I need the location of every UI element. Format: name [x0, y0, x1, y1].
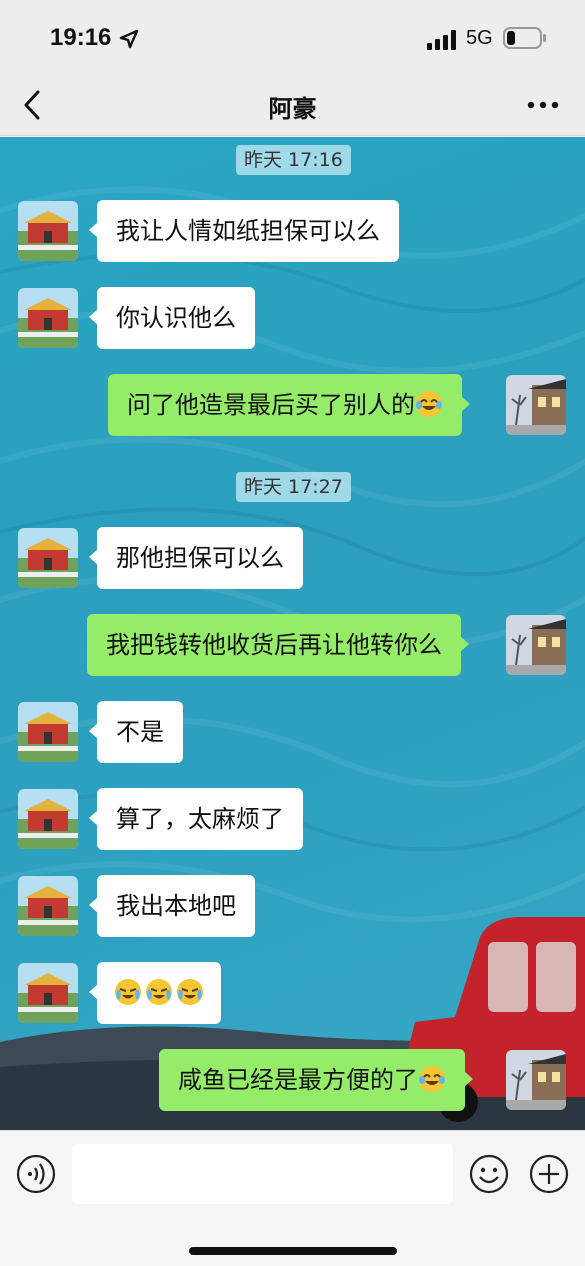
message-bubble-outgoing[interactable]: 我把钱转他收货后再让他转你么	[87, 614, 469, 676]
message-bubble-incoming[interactable]	[89, 962, 221, 1024]
emoji-face-icon[interactable]	[469, 1154, 509, 1194]
message-input[interactable]	[72, 1144, 453, 1204]
message-bubble-outgoing[interactable]: 问了他造景最后买了别人的	[108, 374, 470, 436]
laugh-tears-emoji-icon	[416, 391, 442, 417]
crying-laugh-emoji-icon	[177, 979, 203, 1005]
timestamp: 昨天 17:16	[236, 145, 351, 175]
chat-message-list[interactable]: 昨天 17:16 我让人情如纸担保可以么 你认识他么 问了他造景最后买了别人的 …	[0, 137, 585, 1130]
network-type: 5G	[466, 27, 493, 49]
contact-avatar[interactable]	[18, 528, 78, 588]
timestamp: 昨天 17:27	[236, 472, 351, 502]
contact-avatar[interactable]	[18, 876, 78, 936]
voice-icon[interactable]	[16, 1154, 56, 1194]
crying-laugh-emoji-icon	[146, 979, 172, 1005]
contact-avatar[interactable]	[18, 201, 78, 261]
status-time: 19:16	[50, 24, 112, 51]
message-text: 咸鱼已经是最方便的了	[178, 1066, 418, 1094]
my-avatar[interactable]	[506, 1050, 566, 1110]
contact-avatar[interactable]	[18, 789, 78, 849]
contact-avatar[interactable]	[18, 963, 78, 1023]
message-bubble-incoming[interactable]: 我让人情如纸担保可以么	[89, 200, 399, 262]
more-dots-icon[interactable]	[527, 100, 559, 110]
message-bubble-outgoing[interactable]: 咸鱼已经是最方便的了	[159, 1049, 473, 1111]
message-bubble-incoming[interactable]: 算了，太麻烦了	[89, 788, 303, 850]
plus-icon[interactable]	[529, 1154, 569, 1194]
message-bubble-incoming[interactable]: 我出本地吧	[89, 875, 255, 937]
message-bubble-incoming[interactable]: 那他担保可以么	[89, 527, 303, 589]
contact-name: 阿豪	[268, 95, 317, 123]
contact-avatar[interactable]	[18, 702, 78, 762]
battery-icon	[503, 27, 546, 49]
message-input-bar	[0, 1130, 585, 1266]
my-avatar[interactable]	[506, 375, 566, 435]
message-text: 问了他造景最后买了别人的	[127, 391, 415, 419]
message-bubble-incoming[interactable]: 不是	[89, 701, 183, 763]
location-arrow-icon	[119, 29, 139, 49]
signal-bars-icon	[427, 30, 456, 50]
chat-header: 阿豪	[0, 75, 585, 136]
my-avatar[interactable]	[506, 615, 566, 675]
message-bubble-incoming[interactable]: 你认识他么	[89, 287, 255, 349]
status-bar: 19:16 5G	[0, 0, 585, 75]
home-indicator	[189, 1247, 397, 1255]
crying-laugh-emoji-icon	[115, 979, 141, 1005]
laugh-tears-emoji-icon	[419, 1066, 445, 1092]
contact-avatar[interactable]	[18, 288, 78, 348]
